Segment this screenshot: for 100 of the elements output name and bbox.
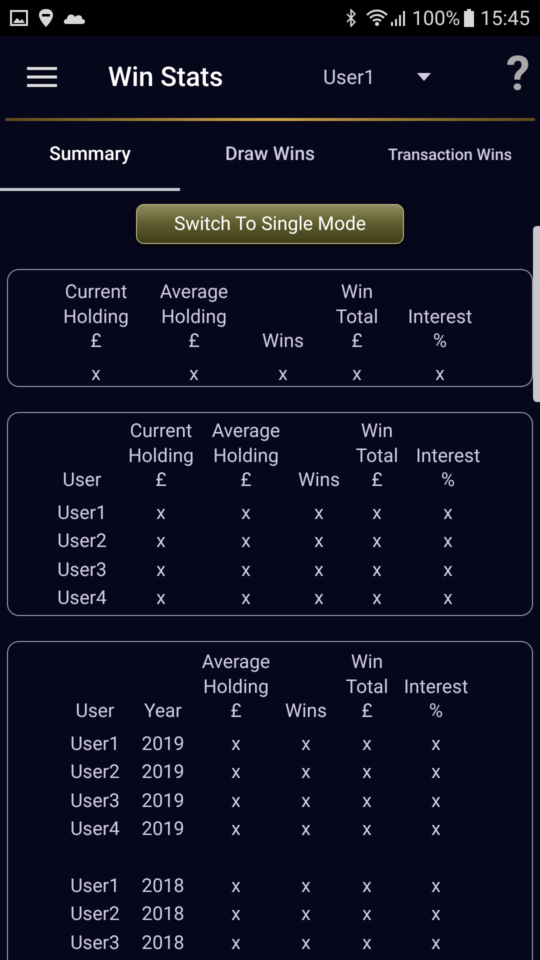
- bluetooth-icon: [346, 9, 356, 27]
- column-header: Average Holding £: [158, 280, 230, 354]
- table-cell: 2019: [142, 817, 184, 840]
- table-cell: x: [156, 558, 166, 580]
- table-cell: x: [189, 362, 199, 384]
- table-cell: User2: [70, 760, 120, 783]
- table-cell: x: [301, 788, 311, 812]
- table-cell: x: [301, 930, 311, 954]
- caret-down-icon: [417, 73, 432, 81]
- column-header: Average Holding £: [200, 650, 272, 724]
- table-cell: x: [314, 558, 324, 580]
- table-cell: x: [362, 732, 372, 754]
- table-cell: x: [231, 788, 241, 812]
- table-cell: User1: [70, 732, 120, 754]
- table-cell: x: [301, 732, 311, 754]
- table-cell: x: [362, 788, 372, 812]
- table-cell: x: [431, 732, 441, 754]
- column-header: Interest %: [406, 304, 474, 354]
- table-cell: x: [431, 902, 441, 925]
- table-cell: x: [231, 930, 241, 954]
- help-button[interactable]: ?: [506, 50, 530, 98]
- table-cell: x: [431, 817, 441, 840]
- column-header: Interest %: [402, 674, 470, 724]
- table-cell: x: [314, 529, 324, 552]
- table-cell: User4: [70, 817, 120, 840]
- user-dropdown[interactable]: User1: [323, 62, 432, 92]
- app-title: Win Stats: [108, 60, 224, 95]
- table-cell: x: [372, 558, 382, 580]
- table-cell: User2: [57, 529, 107, 552]
- table-cell: User3: [70, 788, 120, 812]
- table-cell: x: [231, 760, 241, 783]
- table-cell: x: [241, 558, 251, 580]
- switch-mode-button[interactable]: Switch To Single Mode: [136, 204, 404, 244]
- table-cell: x: [443, 529, 453, 552]
- table-cell: User4: [57, 586, 107, 609]
- table-cell: x: [362, 760, 372, 783]
- wifi-icon: [366, 9, 388, 27]
- menu-icon: [27, 67, 57, 87]
- table-cell: x: [372, 529, 382, 552]
- column-header: Wins: [297, 468, 341, 492]
- table-cell: x: [156, 586, 166, 609]
- table-cell: x: [435, 362, 445, 384]
- table-cell: x: [91, 362, 101, 384]
- battery-icon: [464, 9, 474, 27]
- table-cell: x: [314, 500, 324, 524]
- tab[interactable]: Draw Wins: [180, 121, 360, 191]
- table-cell: x: [278, 362, 288, 384]
- column-header: Current Holding £: [62, 280, 130, 354]
- column-header: Wins: [284, 699, 328, 724]
- table-cell: x: [352, 362, 362, 384]
- signal-icon: [390, 9, 406, 27]
- table-cell: x: [372, 500, 382, 524]
- table-cell: x: [362, 874, 372, 896]
- table-cell: x: [443, 558, 453, 580]
- table-cell: x: [431, 874, 441, 896]
- tab[interactable]: Transaction Wins: [360, 121, 540, 191]
- table-cell: 2018: [142, 902, 184, 925]
- column-header: User: [74, 699, 116, 724]
- table-cell: x: [241, 529, 251, 552]
- table-cell: x: [301, 760, 311, 783]
- table-cell: x: [301, 817, 311, 840]
- table-cell: User1: [57, 500, 107, 524]
- column-header: Interest %: [414, 444, 482, 492]
- table-cell: x: [241, 586, 251, 609]
- column-header: Wins: [261, 329, 305, 354]
- table-cell: x: [231, 732, 241, 754]
- clock: 15:45: [480, 5, 530, 32]
- table-cell: x: [431, 788, 441, 812]
- table-cell: User1: [70, 874, 120, 896]
- table-cell: x: [156, 500, 166, 524]
- table-cell: x: [443, 500, 453, 524]
- table-cell: x: [431, 760, 441, 783]
- table-cell: 2018: [142, 874, 184, 896]
- table-cell: User3: [70, 930, 120, 954]
- column-header: User: [62, 468, 102, 492]
- table-cell: x: [443, 586, 453, 609]
- location-pin-icon: [38, 8, 54, 28]
- table-cell: x: [241, 500, 251, 524]
- table-cell: x: [301, 902, 311, 925]
- table-cell: x: [231, 902, 241, 925]
- table-cell: x: [362, 930, 372, 954]
- scrollbar[interactable]: [533, 226, 540, 402]
- table-cell: x: [301, 874, 311, 896]
- column-header: Win Total £: [355, 419, 399, 492]
- menu-button[interactable]: [27, 65, 57, 89]
- table-cell: User2: [70, 902, 120, 925]
- table-cell: 2018: [142, 930, 184, 954]
- table-cell: x: [431, 930, 441, 954]
- table-cell: 2019: [142, 732, 184, 754]
- column-header: Win Total £: [344, 650, 390, 724]
- tab[interactable]: Summary: [0, 121, 180, 191]
- table-cell: x: [362, 902, 372, 925]
- table-cell: x: [156, 529, 166, 552]
- battery-percent: 100%: [412, 5, 460, 32]
- column-header: Win Total £: [334, 280, 380, 354]
- column-header: Current Holding £: [127, 419, 195, 492]
- table-cell: x: [372, 586, 382, 609]
- image-icon: [10, 10, 28, 26]
- table-cell: x: [362, 817, 372, 840]
- column-header: Average Holding £: [210, 419, 282, 492]
